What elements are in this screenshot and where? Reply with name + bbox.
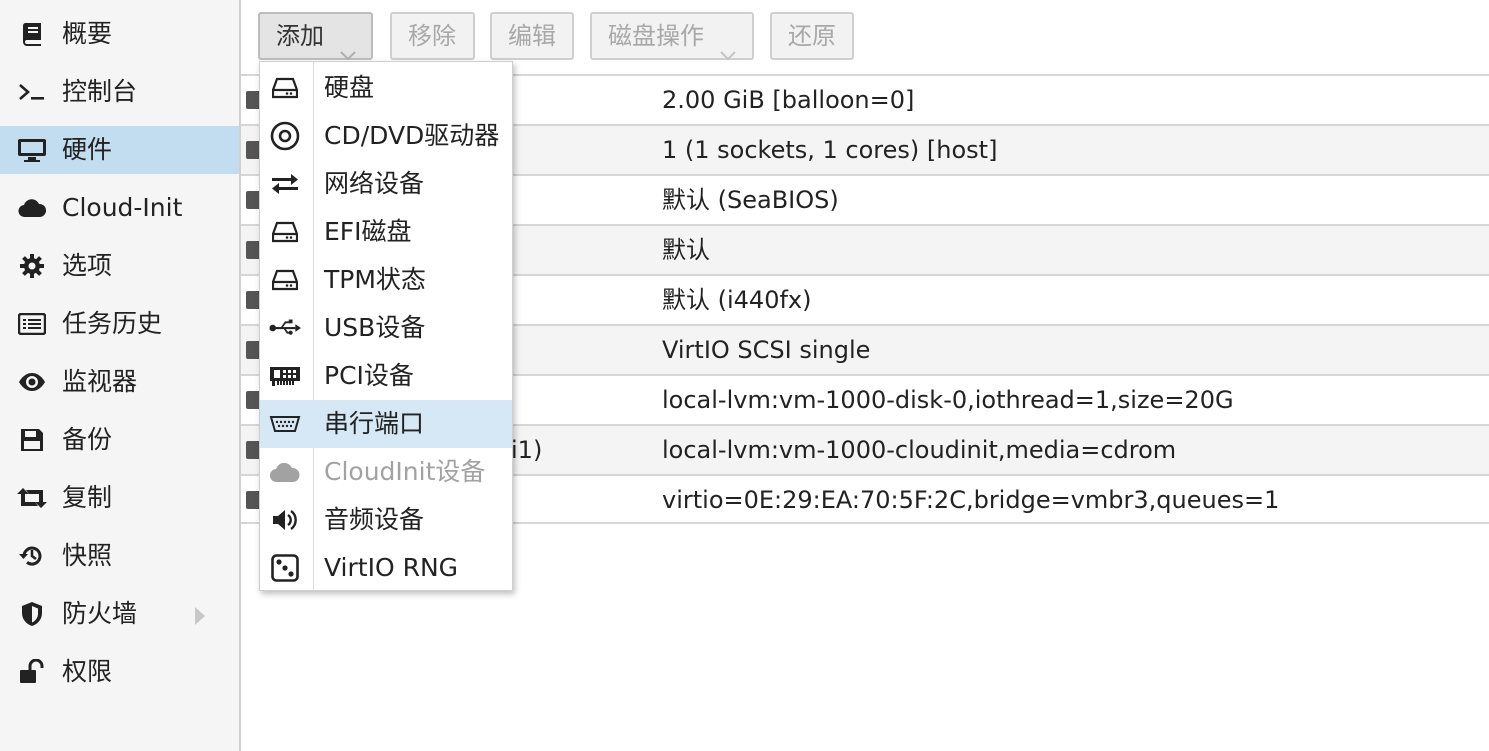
menu-item-label: USB设备 xyxy=(324,313,426,342)
sidebar-item-options[interactable]: 选项 xyxy=(0,242,239,290)
sidebar-item-label: 防火墙 xyxy=(62,599,138,628)
list-icon xyxy=(17,310,47,338)
sidebar-item-label: 复制 xyxy=(62,483,113,512)
sidebar-item-summary[interactable]: 概要 xyxy=(0,10,239,58)
edit-button-label: 编辑 xyxy=(508,22,556,50)
exchange-icon xyxy=(269,170,301,198)
sidebar: 概要 控制台 硬件 Cloud-Init 选项 任务历史 监视器 备份 复制 快… xyxy=(0,0,241,751)
usb-icon xyxy=(269,314,301,342)
sidebar-item-permissions[interactable]: 权限 xyxy=(0,648,239,696)
sidebar-item-console[interactable]: 控制台 xyxy=(0,68,239,116)
row-value: virtio=0E:29:EA:70:5F:2C,bridge=vmbr3,qu… xyxy=(662,486,1280,514)
menu-item-virtio-rng[interactable]: VirtIO RNG xyxy=(260,544,512,592)
row-value: VirtIO SCSI single xyxy=(662,336,871,364)
sidebar-item-label: 权限 xyxy=(62,657,113,686)
sidebar-item-label: 任务历史 xyxy=(62,309,163,338)
menu-item-efi-disk[interactable]: EFI磁盘 xyxy=(260,208,512,256)
menu-item-label: CloudInit设备 xyxy=(324,457,486,486)
menu-item-tpm-state[interactable]: TPM状态 xyxy=(260,256,512,304)
monitor-icon xyxy=(17,136,47,164)
revert-button-label: 还原 xyxy=(788,22,836,50)
hdd-icon xyxy=(269,266,301,294)
row-value: 默认 xyxy=(662,236,710,264)
hdd-icon xyxy=(269,74,301,102)
remove-button-label: 移除 xyxy=(408,22,456,50)
sidebar-item-task-history[interactable]: 任务历史 xyxy=(0,300,239,348)
shield-icon xyxy=(17,600,47,628)
revert-button[interactable]: 还原 xyxy=(770,12,854,60)
hdd-icon xyxy=(269,218,301,246)
menu-item-cd-dvd[interactable]: CD/DVD驱动器 xyxy=(260,112,512,160)
sidebar-item-backup[interactable]: 备份 xyxy=(0,416,239,464)
sidebar-item-label: 备份 xyxy=(62,425,113,454)
row-value: local-lvm:vm-1000-disk-0,iothread=1,size… xyxy=(662,386,1234,414)
disk-action-button-label: 磁盘操作 xyxy=(608,22,704,50)
terminal-icon xyxy=(17,78,47,106)
menu-item-label: PCI设备 xyxy=(324,361,414,390)
row-value: local-lvm:vm-1000-cloudinit,media=cdrom xyxy=(662,436,1177,464)
menu-item-audio-device[interactable]: 音频设备 xyxy=(260,496,512,544)
sidebar-item-label: 概要 xyxy=(62,19,113,48)
row-value: 2.00 GiB [balloon=0] xyxy=(662,86,915,114)
sidebar-item-replication[interactable]: 复制 xyxy=(0,474,239,522)
floppy-icon xyxy=(17,426,47,454)
cloud-icon xyxy=(17,194,47,222)
sidebar-item-label: 选项 xyxy=(62,251,113,280)
sidebar-item-monitor[interactable]: 监视器 xyxy=(0,358,239,406)
sidebar-item-label: Cloud-Init xyxy=(62,193,183,222)
serial-port-icon xyxy=(269,410,301,438)
sidebar-item-snapshot[interactable]: 快照 xyxy=(0,532,239,580)
menu-item-serial-port[interactable]: 串行端口 xyxy=(260,400,512,448)
expand-arrow-icon[interactable] xyxy=(194,604,206,632)
add-button[interactable]: 添加 xyxy=(258,12,373,61)
remove-button[interactable]: 移除 xyxy=(390,12,475,60)
row-value: 1 (1 sockets, 1 cores) [host] xyxy=(662,136,998,164)
row-name: i1) xyxy=(511,436,543,464)
row-value: 默认 (i440fx) xyxy=(662,286,812,314)
disk-action-button[interactable]: 磁盘操作 xyxy=(590,12,754,61)
menu-item-network-device[interactable]: 网络设备 xyxy=(260,160,512,208)
book-icon xyxy=(17,20,47,48)
retweet-icon xyxy=(17,484,47,512)
pci-card-icon xyxy=(269,362,301,390)
menu-item-label: TPM状态 xyxy=(324,265,426,294)
menu-item-label: 硬盘 xyxy=(324,73,375,102)
menu-item-hard-disk[interactable]: 硬盘 xyxy=(260,64,512,112)
sidebar-item-firewall[interactable]: 防火墙 xyxy=(0,590,239,638)
sidebar-item-label: 硬件 xyxy=(62,135,113,164)
menu-item-usb-device[interactable]: USB设备 xyxy=(260,304,512,352)
menu-item-label: 音频设备 xyxy=(324,505,425,534)
chevron-down-icon xyxy=(720,31,736,75)
menu-item-label: CD/DVD驱动器 xyxy=(324,121,500,150)
menu-item-pci-device[interactable]: PCI设备 xyxy=(260,352,512,400)
edit-button[interactable]: 编辑 xyxy=(490,12,574,60)
sidebar-item-label: 快照 xyxy=(62,541,113,570)
add-dropdown-menu: 硬盘 CD/DVD驱动器 网络设备 EFI磁盘 TPM状态 USB设备 PCI设… xyxy=(259,61,513,591)
history-icon xyxy=(17,542,47,570)
disc-icon xyxy=(269,121,301,151)
menu-item-label: 网络设备 xyxy=(324,169,425,198)
unlock-icon xyxy=(17,658,47,686)
sidebar-item-cloud-init[interactable]: Cloud-Init xyxy=(0,184,239,232)
row-value: 默认 (SeaBIOS) xyxy=(662,186,839,214)
menu-item-cloudinit-device: CloudInit设备 xyxy=(260,448,512,496)
gear-icon xyxy=(17,252,47,280)
sidebar-item-label: 监视器 xyxy=(62,367,138,396)
add-button-label: 添加 xyxy=(276,22,324,50)
sidebar-item-hardware[interactable]: 硬件 xyxy=(0,126,239,174)
menu-item-label: EFI磁盘 xyxy=(324,217,412,246)
menu-item-label: 串行端口 xyxy=(324,409,425,438)
eye-icon xyxy=(17,368,47,396)
sidebar-item-label: 控制台 xyxy=(62,77,138,106)
cloud-icon xyxy=(269,458,301,486)
menu-item-label: VirtIO RNG xyxy=(324,553,459,582)
dice-icon xyxy=(269,554,301,582)
volume-icon xyxy=(269,506,301,534)
